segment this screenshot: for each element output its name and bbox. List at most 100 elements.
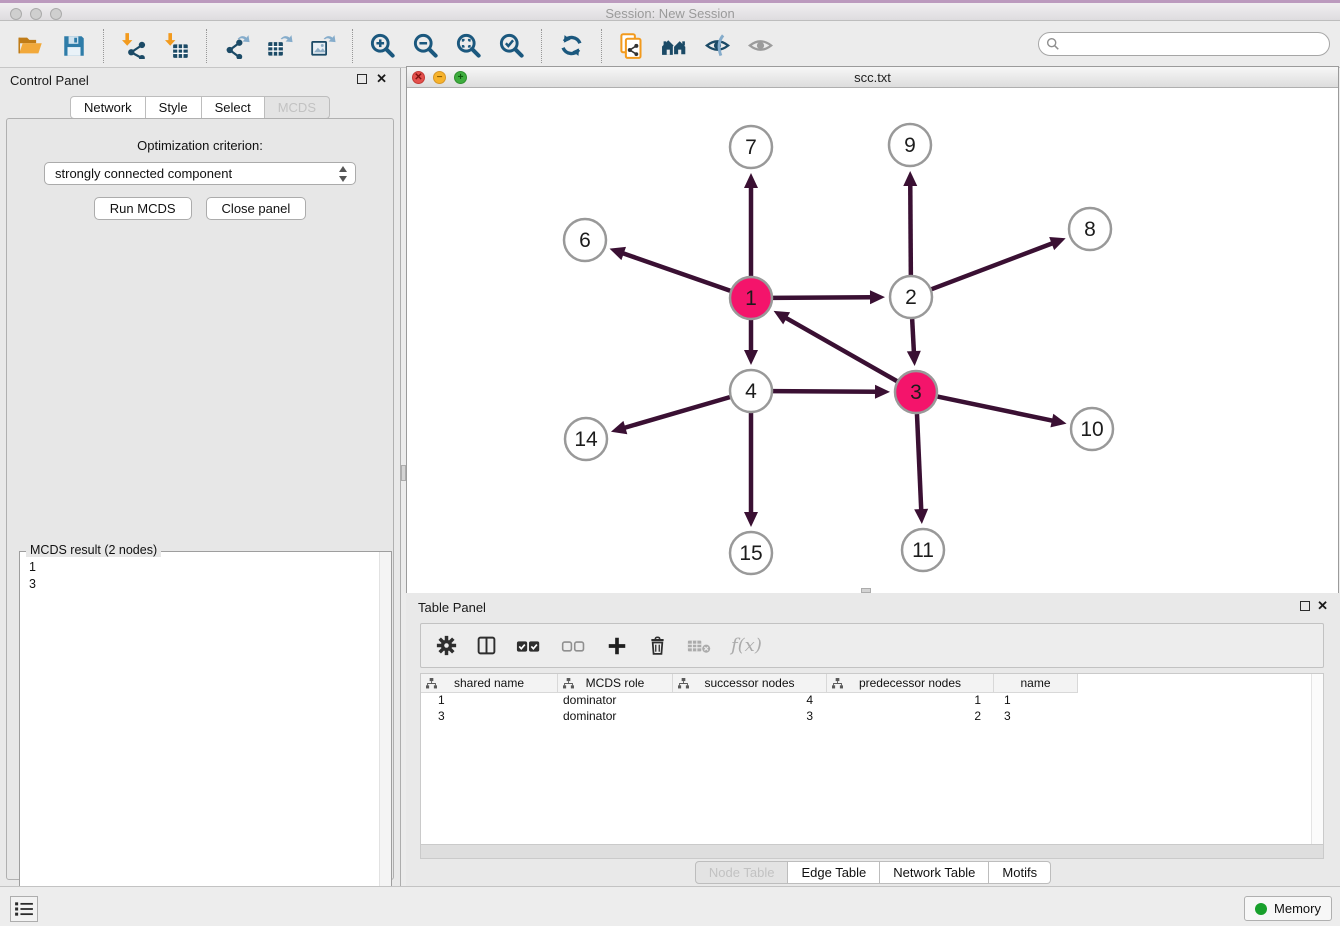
toolbar-separator [352, 29, 353, 63]
add-column-icon[interactable] [606, 635, 628, 657]
cell-shared-name[interactable]: 3 [421, 709, 558, 725]
tab-edge-table[interactable]: Edge Table [788, 861, 880, 884]
cell-name[interactable]: 1 [994, 693, 1078, 709]
hide-selected-eye-icon[interactable] [704, 32, 731, 59]
cell-MCDS-role[interactable]: dominator [558, 693, 673, 709]
close-panel-icon[interactable]: ✕ [376, 71, 387, 86]
node-label-15: 15 [739, 542, 762, 565]
edge-2-8[interactable] [932, 243, 1054, 289]
tab-motifs[interactable]: Motifs [989, 861, 1051, 884]
edge-2-3[interactable] [912, 319, 914, 353]
edge-2-9[interactable] [910, 184, 911, 275]
float-panel-icon[interactable] [357, 74, 367, 84]
table-scrollbar[interactable] [1311, 674, 1323, 844]
cell-predecessor-nodes[interactable]: 2 [827, 709, 994, 725]
open-session-icon[interactable] [17, 32, 44, 59]
select-all-columns-icon[interactable] [516, 637, 542, 655]
edge-4-3[interactable] [773, 391, 877, 392]
zoom-in-icon[interactable] [369, 32, 396, 59]
deselect-all-columns-icon[interactable] [561, 637, 587, 655]
tab-network[interactable]: Network [70, 96, 146, 119]
memory-button[interactable]: Memory [1244, 896, 1332, 921]
criterion-value: strongly connected component [55, 166, 232, 181]
zoom-fit-icon[interactable] [455, 32, 482, 59]
edge-3-1[interactable] [785, 317, 897, 381]
import-table-icon[interactable] [163, 32, 190, 59]
table-row[interactable]: 3dominator323 [421, 709, 1323, 725]
column-header-shared-name[interactable]: shared name [421, 674, 558, 693]
import-network-icon[interactable] [120, 32, 147, 59]
run-mcds-button[interactable]: Run MCDS [94, 197, 192, 220]
export-table-icon[interactable] [266, 32, 293, 59]
edge-arrowhead [870, 290, 885, 304]
column-header-MCDS-role[interactable]: MCDS role [558, 674, 673, 693]
table-hscroll-trough[interactable] [420, 845, 1324, 859]
network-window-titlebar[interactable]: ✕ − + scc.txt [407, 67, 1338, 88]
edge-4-14[interactable] [623, 397, 729, 428]
clone-network-icon[interactable] [618, 32, 645, 59]
tab-network-table[interactable]: Network Table [880, 861, 989, 884]
memory-status-icon [1255, 903, 1267, 915]
app-title: Session: New Session [0, 6, 1340, 21]
column-header-predecessor-nodes[interactable]: predecessor nodes [827, 674, 994, 693]
column-header-label: predecessor nodes [827, 676, 993, 690]
node-table-body: 1dominator4113dominator323 [421, 693, 1323, 725]
network-window-title: scc.txt [407, 70, 1338, 85]
edge-1-6[interactable] [622, 253, 730, 291]
toolbar-separator [206, 29, 207, 63]
column-header-label: name [994, 676, 1077, 690]
show-columns-icon[interactable] [476, 635, 497, 656]
cell-shared-name[interactable]: 1 [421, 693, 558, 709]
cell-MCDS-role[interactable]: dominator [558, 709, 673, 725]
search-input[interactable] [1060, 34, 1329, 54]
tab-style[interactable]: Style [146, 96, 202, 119]
table-row[interactable]: 1dominator411 [421, 693, 1323, 709]
column-header-label: successor nodes [673, 676, 826, 690]
result-line: 3 [29, 576, 382, 593]
edge-3-11[interactable] [917, 414, 921, 511]
search-box[interactable] [1038, 32, 1330, 56]
export-image-icon[interactable] [309, 32, 336, 59]
edge-1-2[interactable] [773, 297, 872, 298]
column-header-successor-nodes[interactable]: successor nodes [673, 674, 827, 693]
first-neighbors-icon[interactable] [661, 32, 688, 59]
edge-arrowhead [610, 247, 626, 260]
control-panel-title: Control Panel [10, 73, 89, 88]
criterion-dropdown[interactable]: strongly connected component [44, 162, 356, 185]
zoom-out-icon[interactable] [412, 32, 439, 59]
table-toolbar: f(x) [420, 623, 1324, 668]
app-titlebar: Session: New Session [0, 0, 1340, 21]
show-all-eye-icon[interactable] [747, 32, 774, 59]
node-label-4: 4 [745, 380, 757, 403]
save-session-icon[interactable] [60, 32, 87, 59]
toolbar-separator [103, 29, 104, 63]
table-panel-title: Table Panel [418, 600, 486, 615]
search-icon [1046, 37, 1060, 51]
tab-select[interactable]: Select [202, 96, 265, 119]
tab-node-table[interactable]: Node Table [695, 861, 789, 884]
cell-predecessor-nodes[interactable]: 1 [827, 693, 994, 709]
edge-3-10[interactable] [938, 397, 1054, 421]
edge-arrowhead [907, 351, 921, 366]
cell-successor-nodes[interactable]: 4 [673, 693, 827, 709]
float-table-panel-icon[interactable] [1300, 601, 1310, 611]
close-panel-button[interactable]: Close panel [206, 197, 307, 220]
network-canvas[interactable]: 7968124314101511 [407, 89, 1338, 593]
cell-successor-nodes[interactable]: 3 [673, 709, 827, 725]
vertical-splitter-handle[interactable] [401, 465, 406, 481]
task-history-button[interactable] [10, 896, 38, 922]
zoom-selected-icon[interactable] [498, 32, 525, 59]
table-options-gear-icon[interactable] [436, 635, 457, 656]
column-header-name[interactable]: name [994, 674, 1078, 693]
tab-mcds[interactable]: MCDS [265, 96, 330, 119]
close-table-panel-icon[interactable]: ✕ [1317, 598, 1328, 613]
result-scrollbar[interactable] [379, 552, 391, 922]
refresh-layout-icon[interactable] [558, 32, 585, 59]
function-builder-icon-disabled: f(x) [731, 635, 762, 656]
node-table-header: shared nameMCDS rolesuccessor nodesprede… [421, 674, 1323, 693]
node-label-14: 14 [574, 428, 598, 451]
cell-name[interactable]: 3 [994, 709, 1078, 725]
delete-columns-icon[interactable] [647, 635, 668, 657]
mcds-result-list[interactable]: 13 [20, 552, 391, 600]
export-network-icon[interactable] [223, 32, 250, 59]
